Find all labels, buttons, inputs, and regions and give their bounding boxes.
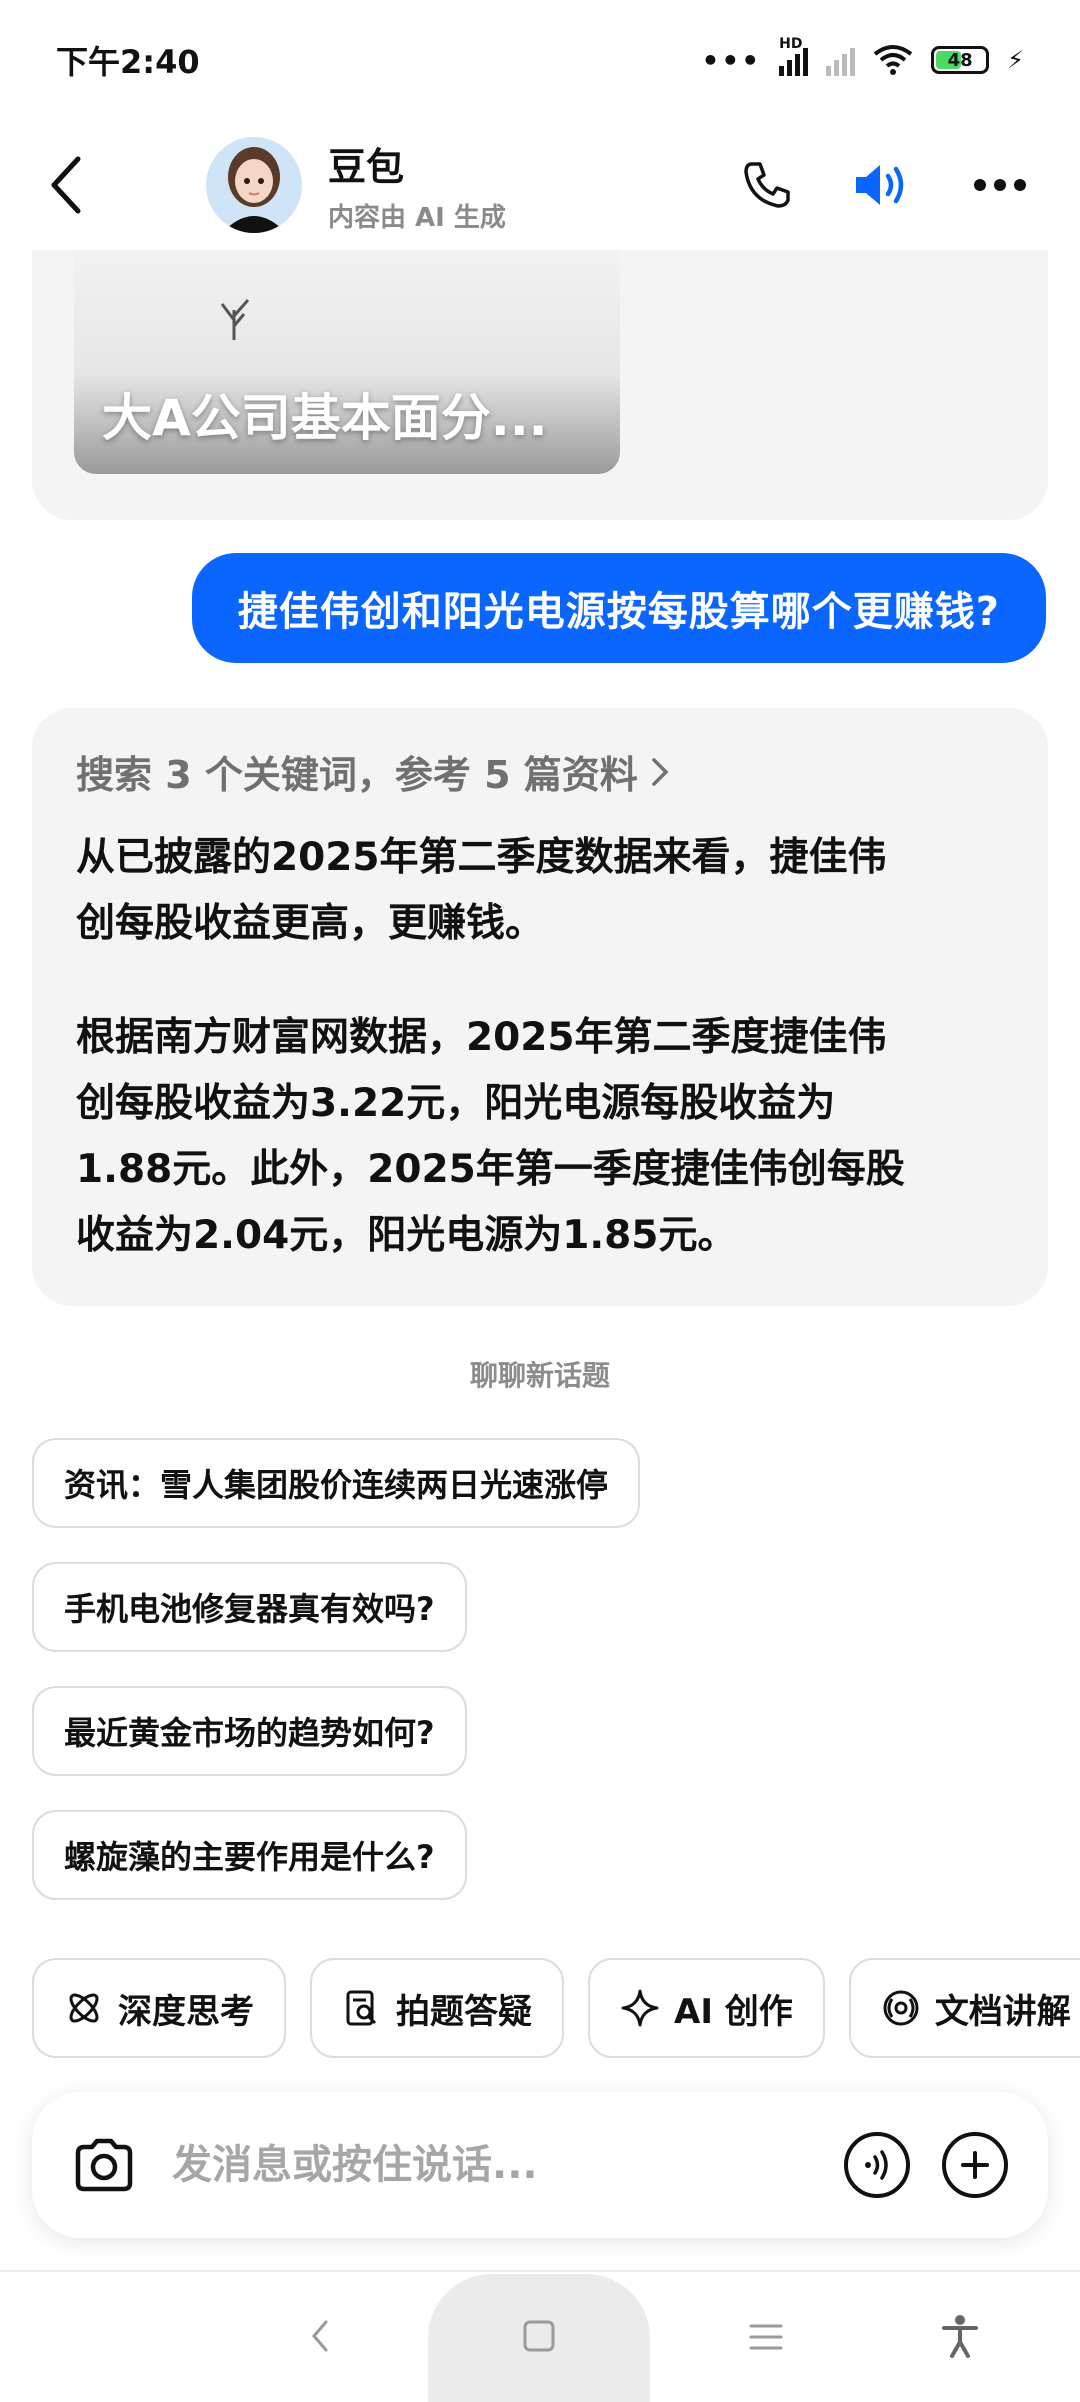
nav-menu-icon[interactable] [748,2322,784,2352]
suggestion-chip[interactable]: 手机电池修复器真有效吗? [32,1562,467,1652]
suggestion-text: 手机电池修复器真有效吗? [64,1590,435,1628]
tool-photo-question[interactable]: 拍题答疑 [310,1958,564,2058]
suggestion-text: 螺旋藻的主要作用是什么? [64,1838,435,1876]
status-icons: ••• HD 48 ⚡ [701,36,1024,77]
battery-level: 48 [947,49,973,71]
user-message-bubble[interactable]: 捷佳伟创和阳光电源按每股算哪个更赚钱? [191,553,1046,663]
answer-paragraph-1: 从已披露的2025年第二季度数据来看，捷佳伟 创每股收益更高，更赚钱。 [76,825,1004,957]
scan-doc-icon [346,1990,377,2026]
plus-icon [961,2151,989,2179]
accessibility-icon[interactable] [940,2314,980,2358]
tool-label: 深度思考 [118,1991,254,2032]
ai-disclaimer: 内容由 AI 生成 [328,203,506,233]
header-title-block: 豆包 内容由 AI 生成 [328,136,506,234]
article-title: 大A公司基本面分... [102,389,548,447]
tool-deep-think[interactable]: 深度思考 [32,1958,286,2058]
answer-line: 从已披露的2025年第二季度数据来看，捷佳伟 [76,835,887,880]
sparkle-icon [621,1989,659,2027]
camera-icon[interactable] [72,2137,136,2193]
article-thumbnail[interactable]: 大A公司基本面分... [74,250,620,474]
previous-message-card: 大A公司基本面分... [32,250,1048,520]
answer-paragraph-2: 根据南方财富网数据，2025年第二季度捷佳伟 创每股收益为3.22元，阳光电源每… [76,1005,1004,1269]
tool-label: AI 创作 [674,1991,793,2032]
atom-icon [69,1993,99,2023]
phone-icon[interactable] [742,160,792,210]
suggestion-text: 最近黄金市场的趋势如何? [64,1714,435,1752]
system-nav-bar [0,2270,1080,2402]
status-bar: 下午2:40 ••• HD 48 ⚡ [0,0,1080,120]
new-topic-label: 聊聊新话题 [469,1359,610,1392]
answer-line: 收益为2.04元，阳光电源为1.85元。 [76,1213,737,1258]
tool-ai-create[interactable]: AI 创作 [588,1958,825,2058]
nav-home-icon[interactable] [522,2319,556,2353]
wifi-icon [873,45,913,75]
more-icon[interactable] [972,177,1028,193]
message-input[interactable] [170,2141,844,2189]
suggestion-chip[interactable]: 最近黄金市场的趋势如何? [32,1686,467,1776]
signal-icon: HD [779,36,809,76]
tool-label: 拍题答疑 [396,1991,532,2032]
tool-label: 文档讲解 [934,1991,1071,2032]
header-actions [742,160,1028,210]
answer-line: 创每股收益为3.22元，阳光电源每股收益为 [76,1081,836,1126]
assistant-answer-card: 搜索 3 个关键词，参考 5 篇资料 从已披露的2025年第二季度数据来看，捷佳… [32,708,1048,1306]
nav-back-icon[interactable] [308,2318,332,2354]
charging-icon: ⚡ [1007,46,1024,74]
answer-line: 根据南方财富网数据，2025年第二季度捷佳伟 [76,1015,887,1060]
message-input-bar [32,2092,1048,2238]
add-button[interactable] [942,2132,1008,2198]
avatar[interactable] [206,137,302,233]
logo-mark-icon [220,299,250,340]
search-summary-link[interactable]: 搜索 3 个关键词，参考 5 篇资料 [76,744,1004,799]
answer-line: 创每股收益更高，更赚钱。 [76,901,545,946]
broadcast-icon [883,1990,919,2026]
answer-line: 1.88元。此外，2025年第一季度捷佳伟创每股 [76,1147,905,1192]
voice-call-button[interactable] [844,2132,910,2198]
chevron-right-icon [652,757,669,786]
suggestion-chip[interactable]: 螺旋藻的主要作用是什么? [32,1810,467,1900]
suggestion-text: 资讯：雪人集团股价连续两日光速涨停 [64,1466,609,1504]
signal-weak-icon [826,44,856,76]
bot-name: 豆包 [328,145,405,189]
back-button[interactable] [36,145,96,225]
network-type-label: HD [779,36,803,52]
voice-wave-icon [865,2150,888,2180]
user-message-text: 捷佳伟创和阳光电源按每股算哪个更赚钱? [237,589,1000,635]
chevron-left-icon [51,156,81,214]
search-summary-text: 搜索 3 个关键词，参考 5 篇资料 [76,753,638,797]
tool-chips-row: 深度思考 拍题答疑 AI 创作 文档讲解 [32,1958,1080,2058]
chat-header: 豆包 内容由 AI 生成 [0,120,1080,250]
suggestion-chip[interactable]: 资讯：雪人集团股价连续两日光速涨停 [32,1438,641,1528]
more-dots-icon: ••• [701,43,762,77]
status-time: 下午2:40 [56,43,200,81]
battery-icon: 48 [931,46,990,74]
tool-doc-explain[interactable]: 文档讲解 [848,1958,1080,2058]
speaker-icon[interactable] [852,160,912,210]
